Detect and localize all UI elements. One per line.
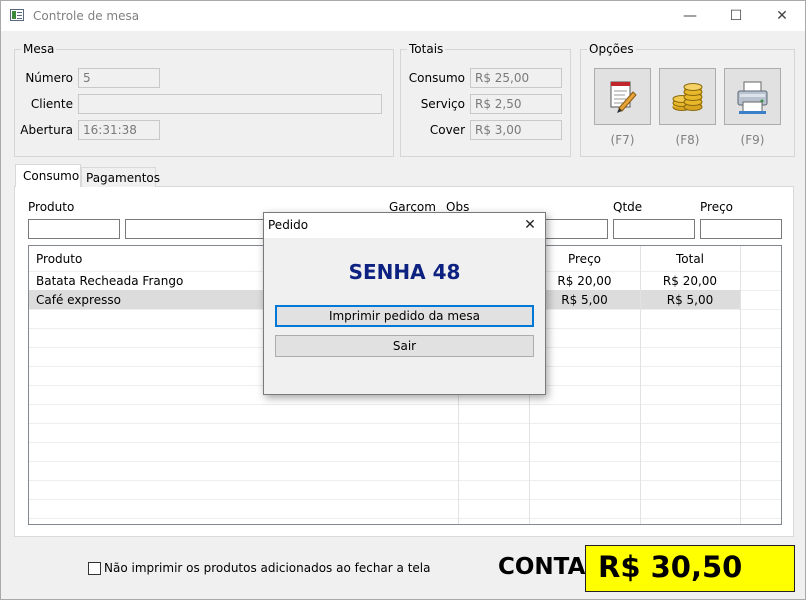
maximize-button[interactable]: ☐ — [713, 1, 759, 31]
produto-code-input[interactable] — [28, 219, 120, 239]
grid-line — [29, 518, 781, 519]
produto-name-input[interactable] — [125, 219, 265, 239]
coins-icon — [672, 83, 703, 111]
consumo-label: Consumo — [408, 71, 465, 85]
pedido-button[interactable] — [594, 68, 651, 125]
senha-text: SENHA 48 — [348, 260, 461, 284]
row-1-total[interactable]: R$ 20,00 — [640, 274, 740, 288]
col-header-produto[interactable]: Produto — [36, 252, 82, 266]
row-2-produto[interactable]: Café expresso — [36, 293, 121, 307]
dialog-title: Pedido — [268, 218, 309, 232]
obs-input[interactable] — [545, 219, 608, 239]
dialog-close-icon[interactable]: ✕ — [515, 213, 545, 238]
servico-field[interactable]: R$ 2,50 — [470, 94, 562, 114]
grid-line — [29, 461, 781, 462]
tab-pagamentos[interactable]: Pagamentos — [81, 167, 160, 187]
pedido-key-hint: (F7) — [610, 133, 635, 147]
pagamento-key-hint: (F8) — [675, 133, 700, 147]
entry-qtde-label: Qtde — [613, 200, 643, 214]
numero-field[interactable]: 5 — [78, 68, 160, 88]
row-1-produto[interactable]: Batata Recheada Frango — [36, 274, 183, 288]
title-bar[interactable]: Controle de mesa — ☐ ✕ — [1, 1, 805, 31]
qtde-input[interactable] — [613, 219, 695, 239]
cover-field[interactable]: R$ 3,00 — [470, 120, 562, 140]
servico-label: Serviço — [420, 97, 465, 111]
entry-preco-label: Preço — [700, 200, 734, 214]
main-window: Controle de mesa — ☐ ✕ Mesa Número 5 Cli… — [0, 0, 806, 600]
nao-imprimir-label[interactable]: Não imprimir os produtos adicionados ao … — [104, 561, 430, 575]
numero-label: Número — [25, 71, 73, 85]
imprimir-button[interactable] — [724, 68, 781, 125]
grid-line — [29, 499, 781, 500]
conta-label: CONTA — [498, 554, 586, 580]
grid-col-divider — [740, 246, 741, 524]
close-button[interactable]: ✕ — [759, 1, 805, 31]
preco-input[interactable] — [700, 219, 782, 239]
col-header-total[interactable]: Total — [640, 252, 740, 266]
imprimir-pedido-button[interactable]: Imprimir pedido da mesa — [275, 305, 534, 327]
window-title: Controle de mesa — [33, 9, 140, 23]
totais-group-title: Totais — [407, 42, 446, 56]
sair-button[interactable]: Sair — [275, 335, 534, 357]
grid-line — [29, 423, 781, 424]
printer-icon — [737, 81, 768, 114]
cliente-field[interactable] — [78, 94, 382, 114]
opcoes-group-title: Opções — [587, 42, 636, 56]
minimize-button[interactable]: — — [667, 1, 713, 31]
abertura-label: Abertura — [20, 123, 73, 137]
imprimir-key-hint: (F9) — [740, 133, 765, 147]
grid-line — [29, 480, 781, 481]
cliente-label: Cliente — [30, 97, 73, 111]
app-form-icon — [10, 9, 24, 21]
row-2-total[interactable]: R$ 5,00 — [640, 293, 740, 307]
pagamento-button[interactable] — [659, 68, 716, 125]
entry-produto-label: Produto — [28, 200, 75, 214]
mesa-group-title: Mesa — [21, 42, 57, 56]
conta-total-display: R$ 30,50 — [585, 545, 795, 592]
notepad-pencil-icon — [610, 81, 637, 113]
cover-label: Cover — [429, 123, 465, 137]
grid-line — [29, 442, 781, 443]
abertura-field[interactable]: 16:31:38 — [78, 120, 160, 140]
tab-consumo[interactable]: Consumo — [15, 164, 81, 187]
consumo-field[interactable]: R$ 25,00 — [470, 68, 562, 88]
nao-imprimir-checkbox[interactable] — [88, 562, 101, 575]
grid-line — [29, 404, 781, 405]
dialog-title-bar[interactable]: Pedido ✕ — [264, 213, 545, 238]
pedido-dialog: Pedido ✕ SENHA 48 Imprimir pedido da mes… — [263, 212, 546, 395]
